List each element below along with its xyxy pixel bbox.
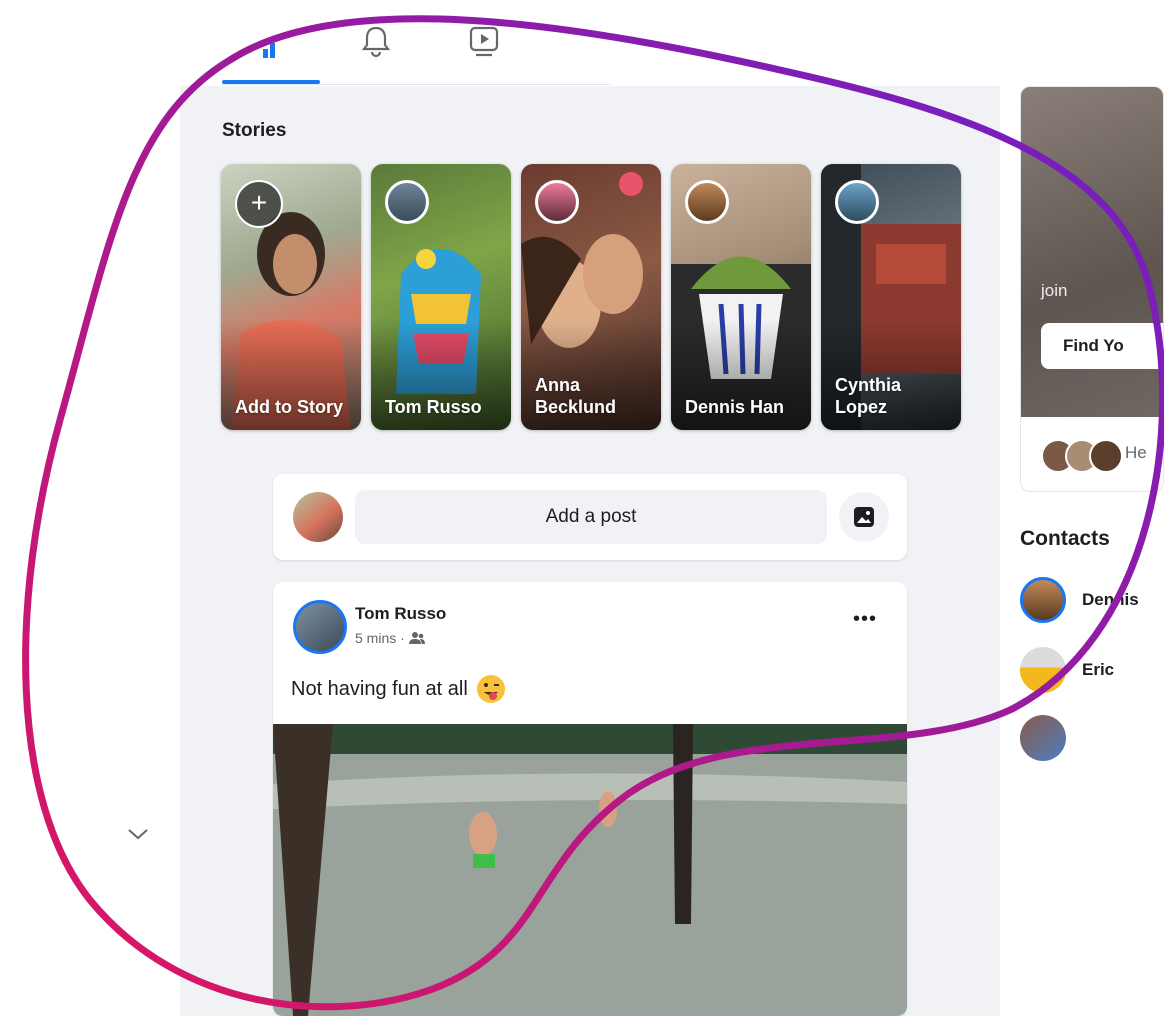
tab-watch[interactable] xyxy=(464,22,504,62)
post-composer: Add a post xyxy=(273,474,907,560)
post-meta: 5 mins · xyxy=(355,630,425,646)
nav-divider xyxy=(222,84,612,85)
avatar xyxy=(1020,577,1066,623)
friends-icon xyxy=(408,632,425,644)
post-author[interactable]: Tom Russo xyxy=(355,604,446,624)
stories-title: Stories xyxy=(222,120,287,141)
add-post-input[interactable]: Add a post xyxy=(355,490,827,544)
story-label: Anna Becklund xyxy=(535,375,617,417)
avatar xyxy=(1020,647,1066,693)
chevron-down-icon[interactable] xyxy=(126,826,150,842)
story-cynthia-lopez[interactable]: Cynthia Lopez xyxy=(821,164,961,430)
contacts-title: Contacts xyxy=(1020,527,1110,550)
tab-home[interactable] xyxy=(252,24,292,64)
add-photo-button[interactable] xyxy=(839,492,889,542)
story-tom-russo[interactable]: Tom Russo xyxy=(371,164,511,430)
member-avatars xyxy=(1041,439,1123,473)
top-navigation xyxy=(180,0,640,86)
avatar xyxy=(1089,439,1123,473)
find-button[interactable]: Find Yo xyxy=(1041,323,1163,369)
feed-post: Tom Russo 5 mins · ••• Not having fun at… xyxy=(273,582,907,1016)
avatar xyxy=(535,180,579,224)
contact-item[interactable]: Eric xyxy=(1020,646,1164,694)
story-label: Add to Story xyxy=(235,397,343,417)
post-text: Not having fun at all xyxy=(291,677,468,700)
avatar xyxy=(685,180,729,224)
tab-notifications[interactable] xyxy=(356,22,396,62)
home-icon xyxy=(263,43,275,58)
avatar xyxy=(293,492,343,542)
more-options-button[interactable]: ••• xyxy=(853,609,877,629)
contact-name: Eric xyxy=(1082,660,1115,679)
post-text-row: Not having fun at all xyxy=(291,674,506,704)
winking-tongue-emoji xyxy=(476,675,505,703)
story-add[interactable]: + Add to Story xyxy=(221,164,361,430)
video-icon xyxy=(469,26,499,57)
avatar xyxy=(835,180,879,224)
post-time: 5 mins · xyxy=(355,630,405,646)
avatar xyxy=(1020,715,1066,761)
contact-item[interactable] xyxy=(1020,714,1164,762)
add-story-icon[interactable]: + xyxy=(235,180,283,228)
story-label: Tom Russo xyxy=(385,397,482,417)
avatar xyxy=(385,180,429,224)
avatar[interactable] xyxy=(293,600,347,654)
promo-text: join xyxy=(1041,281,1068,300)
story-anna-becklund[interactable]: Anna Becklund xyxy=(521,164,661,430)
bell-icon xyxy=(361,26,391,58)
photo-icon xyxy=(854,507,874,527)
contact-name: Dennis xyxy=(1082,590,1139,609)
promo-footer-text: He xyxy=(1125,443,1147,462)
contact-item[interactable]: Dennis xyxy=(1020,576,1164,624)
story-label: Cynthia Lopez xyxy=(835,375,902,417)
story-dennis-han[interactable]: Dennis Han xyxy=(671,164,811,430)
groups-promo-card: join Find Yo He xyxy=(1020,86,1164,492)
post-photo xyxy=(273,724,907,1016)
story-label: Dennis Han xyxy=(685,397,785,417)
